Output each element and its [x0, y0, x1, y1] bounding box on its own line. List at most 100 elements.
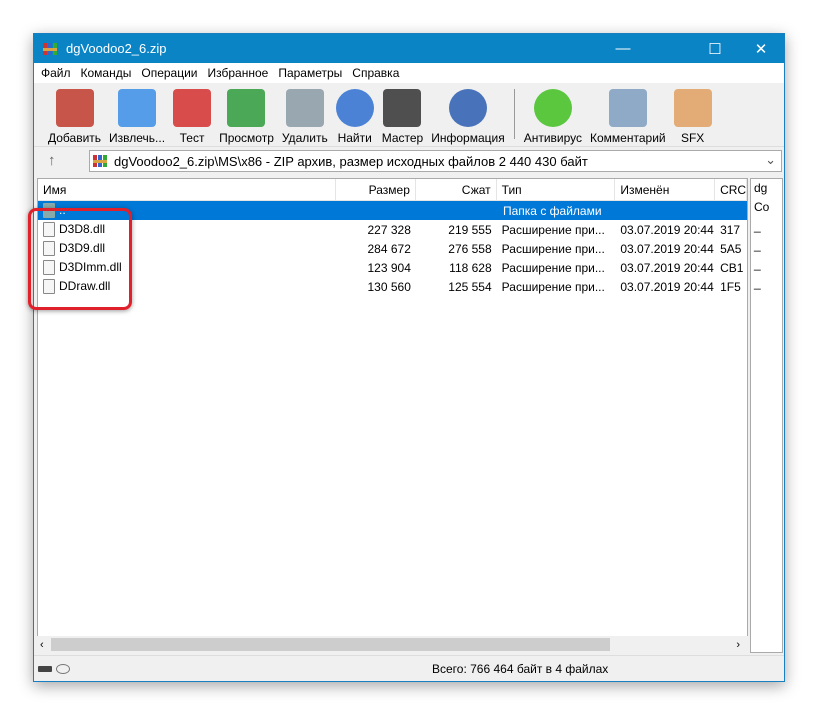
cell-text: 118 628	[449, 260, 492, 275]
menu-item-3[interactable]: Избранное	[203, 66, 274, 80]
menu-item-5[interactable]: Справка	[347, 66, 404, 80]
scroll-right-icon[interactable]: ›	[736, 639, 740, 651]
maximize-button[interactable]: ☐	[692, 34, 738, 63]
trash-icon	[285, 89, 324, 127]
menu-item-4[interactable]: Параметры	[273, 66, 347, 80]
cell-type: Расширение при...	[497, 280, 616, 294]
column-name[interactable]: Имя	[38, 179, 337, 200]
file-row[interactable]: D3D8.dll 227 328 219 555 Расширение при... 0…	[38, 220, 747, 239]
menu-item-1[interactable]: Команды	[76, 66, 137, 80]
address-field[interactable]: dgVoodoo2_6.zip\MS\x86 - ZIP архив, разм…	[89, 150, 782, 172]
toolbar: Добавить Извлечь... Тест Просмотр Удалить Най…	[34, 83, 784, 147]
toolbar-button-8[interactable]: Антивирус	[520, 83, 586, 147]
cell-size: 284 672	[336, 242, 416, 256]
cell-crc: 5A5	[715, 242, 747, 256]
toolbar-button-2[interactable]: Тест	[169, 83, 215, 147]
title-bar: dgVoodoo2_6.zip — ☐ ✕	[34, 34, 784, 63]
side-panel-line: dg	[754, 181, 768, 195]
menu-item-2[interactable]: Операции	[136, 66, 202, 80]
cell-text: CB1	[720, 260, 744, 275]
column-crc[interactable]: CRC	[715, 179, 747, 200]
folder-extract-icon	[118, 89, 157, 127]
up-arrow-icon[interactable]: ↑	[48, 152, 56, 169]
cell-modified: 03.07.2019 20:44	[615, 242, 715, 256]
toolbar-label: Найти	[337, 131, 372, 145]
toolbar-button-6[interactable]: Мастер	[378, 83, 428, 147]
cell-text: 03.07.2019 20:44	[620, 241, 714, 256]
file-row[interactable]: D3DImm.dll 123 904 118 628 Расширение при..…	[38, 258, 747, 277]
highlight-frame	[28, 208, 132, 310]
cell-packed: 276 558	[416, 242, 497, 256]
toolbar-button-3[interactable]: Просмотр	[215, 83, 278, 147]
column-modified[interactable]: Изменён	[615, 179, 716, 200]
sfx-box-icon	[673, 89, 712, 127]
toolbar-button-4[interactable]: Удалить	[278, 83, 332, 147]
close-button[interactable]: ✕	[738, 34, 784, 63]
parent-folder-row[interactable]: .. Папка с файлами	[38, 201, 747, 220]
cell-text: Расширение при...	[501, 279, 605, 294]
cell-modified: 03.07.2019 20:44	[615, 280, 715, 294]
cell-packed: 219 555	[416, 223, 497, 237]
magnifier-icon	[335, 89, 374, 127]
cell-text: 317	[720, 222, 741, 237]
cell-text: 284 672	[367, 241, 411, 256]
cell-packed: 125 554	[416, 280, 497, 294]
column-type[interactable]: Тип	[497, 179, 616, 200]
menu-bar: Файл Команды Операции Избранное Параметры Спр…	[34, 63, 784, 83]
cell-text: Расширение при...	[501, 222, 605, 237]
toolbar-separator	[513, 89, 515, 139]
cell-type: Расширение при...	[497, 223, 616, 237]
horizontal-scrollbar[interactable]: ‹ ›	[37, 636, 748, 653]
toolbar-button-5[interactable]: Найти	[332, 83, 378, 147]
toolbar-label: SFX	[680, 131, 705, 145]
scroll-left-icon[interactable]: ‹	[40, 639, 44, 651]
file-list: ^ Имя Размер Сжат Тип Изменён CRC .. Пап…	[37, 178, 748, 653]
toolbar-label: Добавить	[48, 131, 102, 145]
cell-packed: 118 628	[416, 261, 497, 275]
toolbar-label: Удалить	[281, 131, 328, 145]
toolbar-button-1[interactable]: Извлечь...	[105, 83, 169, 147]
wizard-wand-icon	[383, 89, 422, 127]
list-header: ^ Имя Размер Сжат Тип Изменён CRC	[38, 179, 747, 201]
comment-icon	[608, 89, 647, 127]
cell-crc: 1F5	[715, 280, 747, 294]
window-title: dgVoodoo2_6.zip	[66, 41, 167, 56]
cell-size: 227 328	[336, 223, 416, 237]
toolbar-label: Антивирус	[523, 131, 583, 145]
toolbar-button-10[interactable]: SFX	[670, 83, 716, 147]
menu-item-0[interactable]: Файл	[36, 66, 76, 80]
column-size[interactable]: Размер	[336, 179, 416, 200]
side-panel-line: Co	[754, 200, 770, 214]
toolbar-label: Информация	[431, 131, 505, 145]
toolbar-label: Просмотр	[219, 131, 274, 145]
side-panel-line: _	[754, 238, 761, 252]
cell-crc: 317	[715, 223, 747, 237]
scrollbar-thumb[interactable]	[51, 638, 610, 651]
drive-icon	[38, 666, 52, 672]
minimize-button[interactable]: —	[600, 34, 646, 63]
cell-text: 219 555	[448, 222, 492, 237]
side-panel-line: _	[754, 257, 761, 271]
clipboard-test-icon	[173, 89, 212, 127]
file-row[interactable]: D3D9.dll 284 672 276 558 Расширение при... 0…	[38, 239, 747, 258]
cell-text: 130 560	[367, 279, 411, 294]
cell-type: Расширение при...	[497, 261, 616, 275]
cell-text: 03.07.2019 20:44	[620, 279, 714, 294]
toolbar-button-0[interactable]: Добавить	[44, 83, 105, 147]
file-row[interactable]: DDraw.dll 130 560 125 554 Расширение при...…	[38, 277, 747, 296]
info-side-panel: dg Co _ _ _ _	[750, 178, 783, 653]
book-view-icon	[227, 89, 266, 127]
cell-crc: CB1	[715, 261, 747, 275]
side-panel-line: _	[754, 219, 761, 233]
cell-text: 03.07.2019 20:44	[620, 222, 714, 237]
cell-size: 130 560	[336, 280, 416, 294]
chevron-down-icon[interactable]: ⌄	[765, 152, 776, 168]
column-packed[interactable]: Сжат	[416, 179, 497, 200]
row-type: Папка с файлами	[503, 203, 602, 218]
cell-text: 227 328	[367, 222, 411, 237]
cell-text: 5A5	[720, 241, 742, 256]
cell-text: 276 558	[448, 241, 492, 256]
toolbar-button-9[interactable]: Комментарий	[586, 83, 670, 147]
cell-text: 1F5	[720, 279, 741, 294]
toolbar-button-7[interactable]: Информация	[427, 83, 508, 147]
